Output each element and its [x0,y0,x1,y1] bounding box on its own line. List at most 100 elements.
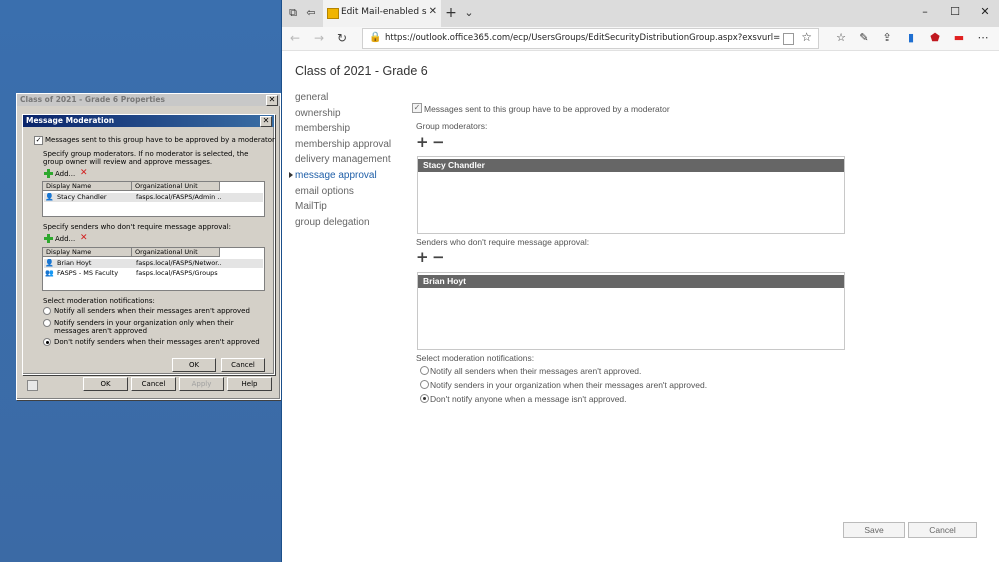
sender-name: FASPS - MS Faculty [57,269,119,277]
moderator-name: Stacy Chandler [57,193,107,201]
remove-sender-minus-icon[interactable]: − [432,250,445,265]
properties-cancel-button[interactable]: Cancel [131,377,176,391]
notify-org-label: Notify senders in your organization only… [54,319,234,335]
nav-membership[interactable]: membership [295,123,350,134]
add-sender-plus-icon[interactable]: + [416,250,429,265]
refresh-icon[interactable]: ↻ [335,31,349,45]
maximize-icon[interactable]: ☐ [948,5,962,18]
moderators-list[interactable]: Display Name Organizational Unit 👤 Stacy… [42,181,265,217]
ecp-senders-list[interactable]: Brian Hoyt [417,272,845,350]
ecp-notify-org-radio[interactable] [420,380,429,389]
nav-general[interactable]: general [295,92,328,103]
moderation-ok-button[interactable]: OK [172,358,216,372]
ecp-require-approval-checkbox[interactable]: ✓ [412,103,422,113]
notify-all-radio[interactable] [43,307,51,315]
notify-all-label: Notify all senders when their messages a… [54,307,250,315]
browser-window: ⧉ ⇦ Edit Mail-enabled secur ✕ + ⌄ – ☐ ✕ … [281,0,999,562]
add-moderator-button[interactable]: Add... [55,170,75,178]
ecp-notify-all-label: Notify all senders when their messages a… [430,366,642,376]
properties-apply-button[interactable]: Apply [179,377,224,391]
add-sender-button[interactable]: Add... [55,235,75,243]
moderation-close-button[interactable]: ✕ [260,116,272,127]
window-close-icon[interactable]: ✕ [978,5,992,18]
table-row[interactable]: 👤 Brian Hoyt fasps.local/FASPS/Networ... [44,259,263,268]
extension-red-icon[interactable]: ▬ [952,31,966,45]
extension-icon[interactable]: ▮ [904,31,918,45]
nav-mailtip[interactable]: MailTip [295,201,327,212]
add-moderator-icon [44,169,53,178]
ecp-require-approval-label: Messages sent to this group have to be a… [424,104,670,114]
sender-name: Brian Hoyt [57,259,92,267]
ecp-notify-org-label: Notify senders in your organization when… [430,380,708,390]
tab-close-icon[interactable]: ✕ [429,6,437,17]
nav-selected-arrow-icon [289,172,293,178]
ecp-moderators-list[interactable]: Stacy Chandler [417,156,845,234]
notify-org-radio[interactable] [43,319,51,327]
senders-col-name[interactable]: Display Name [43,248,132,257]
navigation-bar: ← → ↻ 🔒 https://outlook.office365.com/ec… [282,27,999,51]
lock-icon: 🔒 [369,32,382,43]
list-item[interactable]: Brian Hoyt [418,275,844,288]
tab-edit-group[interactable]: Edit Mail-enabled secur ✕ [323,0,441,27]
nav-email-options[interactable]: email options [295,186,354,197]
tab-actions-icon[interactable]: ⧉ [287,7,299,19]
add-sender-icon [44,234,53,243]
moderation-cancel-button[interactable]: Cancel [221,358,265,372]
nav-message-approval[interactable]: message approval [295,170,377,181]
notify-none-radio[interactable] [43,338,51,346]
require-approval-checkbox[interactable]: ✓ [34,136,43,145]
table-row[interactable]: 👥 FASPS - MS Faculty fasps.local/FASPS/G… [44,269,263,278]
share-icon[interactable]: ⇪ [880,31,894,45]
moderators-label: Group moderators: [416,121,488,131]
nav-ownership[interactable]: ownership [295,108,341,119]
moderators-col-ou[interactable]: Organizational Unit [132,182,220,191]
properties-ok-button[interactable]: OK [83,377,128,391]
properties-help-button[interactable]: Help [227,377,272,391]
ecp-notify-none-radio[interactable] [420,394,429,403]
group-icon: 👥 [45,269,54,277]
notify-none-label: Don't notify senders when their messages… [54,338,260,346]
new-tab-icon[interactable]: + [445,6,457,20]
senders-label: Specify senders who don't require messag… [43,223,232,231]
remove-moderator-icon[interactable]: ✕ [80,169,88,178]
properties-close-button[interactable]: ✕ [266,95,278,106]
address-bar[interactable]: 🔒 https://outlook.office365.com/ecp/User… [362,28,819,49]
properties-help-icon [27,380,38,391]
tab-aside-icon[interactable]: ⇦ [305,7,317,19]
nav-membership-approval[interactable]: membership approval [295,139,391,150]
tab-favicon-icon [327,8,339,19]
cancel-button[interactable]: Cancel [908,522,977,538]
sender-ou: fasps.local/FASPS/Networ... [136,259,221,267]
list-item[interactable]: Stacy Chandler [418,159,844,172]
nav-group-delegation[interactable]: group delegation [295,217,370,228]
favorites-hub-icon[interactable]: ☆ [834,31,848,45]
tab-list-chevron-icon[interactable]: ⌄ [463,7,475,19]
ecp-notify-all-radio[interactable] [420,366,429,375]
remove-sender-icon[interactable]: ✕ [80,234,88,243]
senders-list[interactable]: Display Name Organizational Unit 👤 Brian… [42,247,265,291]
message-moderation-dialog: Message Moderation ✕ ✓ Messages sent to … [22,114,275,375]
user-icon: 👤 [45,259,54,267]
more-menu-icon[interactable]: ⋯ [976,31,990,45]
favorite-star-icon[interactable]: ☆ [801,30,812,44]
senders-col-ou[interactable]: Organizational Unit [132,248,220,257]
ublock-icon[interactable]: ⬟ [928,31,942,45]
web-notes-icon[interactable]: ✎ [857,31,871,45]
remove-moderator-minus-icon[interactable]: − [432,135,445,150]
page-title: Class of 2021 - Grade 6 [295,64,428,78]
require-approval-label: Messages sent to this group have to be a… [45,136,275,144]
save-button[interactable]: Save [843,522,905,538]
properties-title: Class of 2021 - Grade 6 Properties [20,95,165,104]
moderators-col-name[interactable]: Display Name [43,182,132,191]
notifications-label: Select moderation notifications: [43,297,155,305]
minimize-icon[interactable]: – [918,5,932,18]
back-icon[interactable]: ← [288,31,302,45]
forward-icon[interactable]: → [312,31,326,45]
reading-view-icon[interactable] [783,33,794,45]
table-row[interactable]: 👤 Stacy Chandler fasps.local/FASPS/Admin… [44,193,263,202]
moderation-titlebar: Message Moderation ✕ [23,115,274,127]
add-moderator-plus-icon[interactable]: + [416,135,429,150]
tab-title: Edit Mail-enabled secur [341,7,427,17]
nav-delivery-management[interactable]: delivery management [295,154,391,165]
senders-label: Senders who don't require message approv… [416,237,590,247]
